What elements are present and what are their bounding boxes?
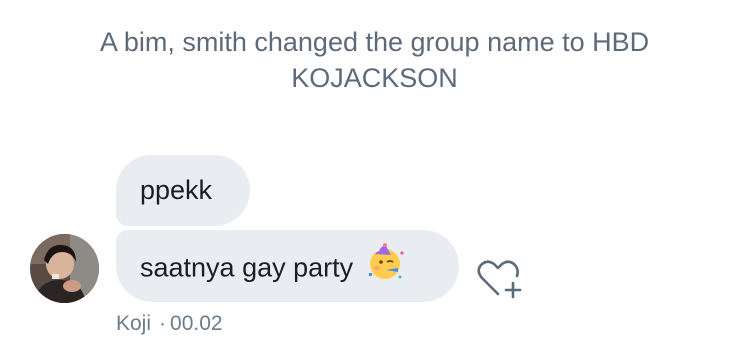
system-message-line-1: A bim, smith changed the group name to H…	[99, 27, 650, 57]
system-message-line-2: KOJACKSON	[291, 63, 458, 93]
message-text: saatnya gay party	[140, 252, 354, 283]
avatar[interactable]	[30, 234, 99, 303]
message-meta: Koji · 00.02	[116, 311, 223, 337]
message-bubble[interactable]: saatnya gay party	[116, 230, 459, 302]
meta-separator: ·	[159, 312, 167, 335]
profile-photo	[30, 234, 99, 303]
message-text: ppekk	[140, 175, 213, 205]
message-timestamp: 00.02	[170, 312, 223, 335]
partying-face-emoji	[367, 243, 405, 288]
sender-name[interactable]: Koji	[116, 312, 151, 335]
heart-plus-icon[interactable]	[473, 256, 527, 302]
message-bubble[interactable]: ppekk	[116, 155, 250, 226]
system-message: A bim, smith changed the group name to H…	[0, 24, 749, 96]
